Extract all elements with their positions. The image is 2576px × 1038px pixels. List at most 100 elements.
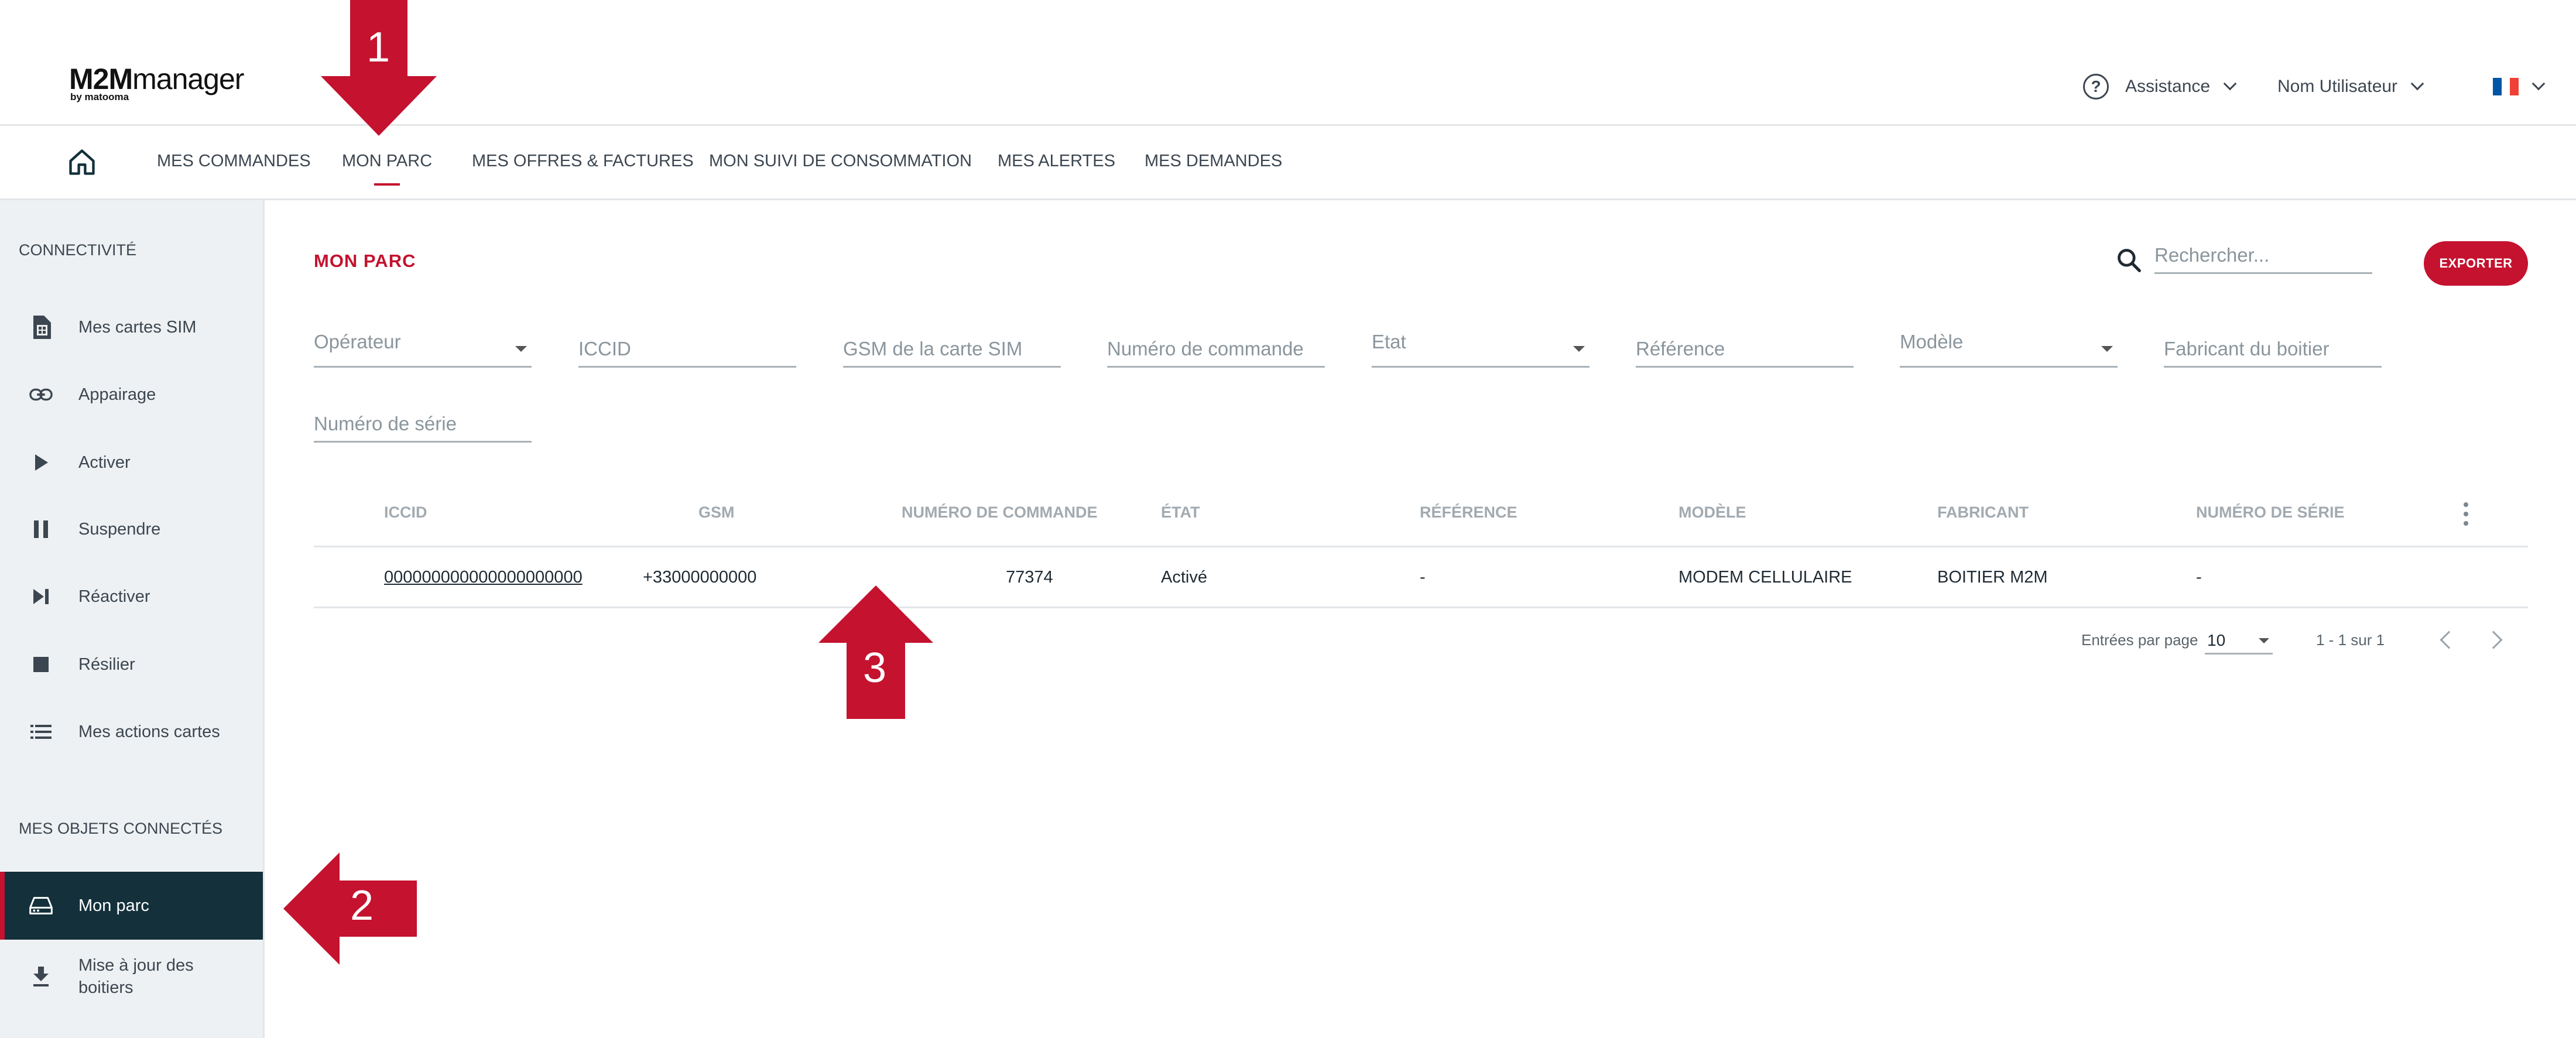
- nav-mes-alertes[interactable]: MES ALERTES: [998, 149, 1115, 173]
- chevron-down-icon: [2532, 77, 2546, 91]
- cell-gsm: +33000000000: [643, 568, 757, 587]
- chevron-down-icon: [2223, 77, 2237, 91]
- pagination-range: 1 - 1 sur 1: [2316, 631, 2385, 649]
- language-selector[interactable]: [2493, 69, 2546, 104]
- download-icon: [29, 965, 53, 988]
- more-vert-icon[interactable]: [2462, 502, 2469, 526]
- filter-label: ICCID: [578, 338, 631, 359]
- chevron-right-icon[interactable]: [2484, 631, 2503, 649]
- caret-down-icon: [515, 346, 527, 352]
- skip-next-icon: [29, 585, 53, 608]
- user-menu[interactable]: Nom Utilisateur: [2277, 69, 2424, 104]
- filter-label: Modèle: [1900, 331, 1964, 352]
- filter-label: GSM de la carte SIM: [843, 338, 1023, 359]
- sidebar-section-title: CONNECTIVITÉ: [19, 241, 137, 259]
- filter-numero-commande[interactable]: Numéro de commande: [1107, 333, 1325, 368]
- sidebar-item-mon-parc[interactable]: Mon parc: [0, 872, 263, 940]
- chevron-left-icon[interactable]: [2440, 631, 2458, 649]
- nav-mon-suivi-consommation[interactable]: MON SUIVI DE CONSOMMATION: [709, 149, 972, 173]
- filter-fabricant-boitier[interactable]: Fabricant du boitier: [2164, 333, 2382, 368]
- table-row-divider: [314, 607, 2528, 608]
- pause-icon: [29, 518, 53, 541]
- cell-etat: Activé: [1161, 568, 1207, 587]
- filter-numero-serie[interactable]: Numéro de série: [314, 407, 532, 443]
- cell-numero-serie: -: [2196, 568, 2202, 587]
- sidebar-item-label: Mes actions cartes: [78, 722, 220, 741]
- nav-mes-demandes[interactable]: MES DEMANDES: [1145, 149, 1282, 173]
- sidebar-item-resilier[interactable]: Résilier: [0, 632, 263, 697]
- filter-operateur[interactable]: Opérateur: [314, 331, 532, 368]
- nav-mon-parc[interactable]: MON PARC: [342, 149, 432, 173]
- filter-label: Référence: [1636, 338, 1725, 359]
- sidebar-item-label: Activer: [78, 453, 131, 472]
- chevron-down-icon: [2410, 77, 2424, 91]
- sidebar-item-label: Suspendre: [78, 520, 161, 539]
- sidebar-item-label: Mes cartes SIM: [78, 318, 197, 337]
- filter-etat[interactable]: Etat: [1372, 331, 1590, 368]
- annotation-number-3: 3: [863, 645, 887, 691]
- sidebar-item-activer[interactable]: Activer: [0, 430, 263, 495]
- column-header-gsm[interactable]: GSM: [698, 503, 735, 522]
- cell-iccid[interactable]: 000000000000000000000: [384, 568, 583, 587]
- column-header-iccid[interactable]: ICCID: [384, 503, 427, 522]
- sim-card-icon: [29, 316, 53, 339]
- per-page-label: Entrées par page: [2081, 631, 2198, 649]
- play-icon: [29, 451, 53, 474]
- sidebar-item-mes-actions-cartes[interactable]: Mes actions cartes: [0, 700, 263, 764]
- help-icon: ?: [2083, 74, 2109, 100]
- cell-fabricant: BOITIER M2M: [1937, 568, 2048, 587]
- column-header-reference[interactable]: RÉFÉRENCE: [1420, 503, 1517, 522]
- assistance-menu[interactable]: ? Assistance: [2083, 69, 2237, 104]
- link-icon: [29, 383, 53, 406]
- column-header-numero-commande[interactable]: NUMÉRO DE COMMANDE: [902, 503, 1098, 522]
- filter-label: Numéro de série: [314, 413, 457, 434]
- sidebar-item-suspendre[interactable]: Suspendre: [0, 497, 263, 561]
- stop-icon: [29, 653, 53, 676]
- annotation-number-1: 1: [366, 24, 390, 71]
- filter-gsm-carte-sim[interactable]: GSM de la carte SIM: [843, 333, 1061, 368]
- filter-iccid[interactable]: ICCID: [578, 333, 796, 368]
- nav-mes-offres-factures[interactable]: MES OFFRES & FACTURES: [472, 149, 694, 173]
- annotation-number-2: 2: [350, 882, 374, 929]
- device-icon: [29, 894, 53, 917]
- page-title: MON PARC: [314, 251, 416, 271]
- per-page-value: 10: [2207, 631, 2226, 649]
- search-input[interactable]: [2154, 241, 2372, 274]
- list-icon: [29, 720, 53, 744]
- sidebar: CONNECTIVITÉ Mes cartes SIM Appairage Ac…: [0, 200, 265, 1038]
- table-header-divider: [314, 546, 2528, 547]
- nav-mes-commandes[interactable]: MES COMMANDES: [157, 149, 311, 173]
- sidebar-item-reactiver[interactable]: Réactiver: [0, 564, 263, 629]
- logo-text: M2Mmanager: [69, 63, 244, 95]
- export-button[interactable]: EXPORTER: [2424, 241, 2528, 286]
- sidebar-item-mes-cartes-sim[interactable]: Mes cartes SIM: [0, 295, 263, 359]
- column-header-etat[interactable]: ÉTAT: [1161, 503, 1200, 522]
- filter-label: Etat: [1372, 331, 1406, 352]
- sidebar-item-label: Mon parc: [78, 896, 149, 915]
- sidebar-item-label: Mise à jour des boitiers: [78, 956, 194, 997]
- caret-down-icon: [2101, 346, 2113, 352]
- sidebar-section-title: MES OBJETS CONNECTÉS: [19, 820, 223, 837]
- column-header-numero-serie[interactable]: NUMÉRO DE SÉRIE: [2196, 503, 2345, 522]
- caret-down-icon: [1573, 346, 1585, 352]
- sidebar-item-appairage[interactable]: Appairage: [0, 362, 263, 427]
- sidebar-item-mise-a-jour-boitiers[interactable]: Mise à jour des boitiers: [0, 941, 263, 1012]
- column-header-fabricant[interactable]: FABRICANT: [1937, 503, 2029, 522]
- caret-down-icon: [2259, 638, 2269, 643]
- filter-modele[interactable]: Modèle: [1900, 331, 2118, 368]
- assistance-label: Assistance: [2125, 77, 2211, 96]
- search-icon[interactable]: [2116, 247, 2142, 273]
- search-box: [2116, 237, 2372, 276]
- home-icon[interactable]: [67, 147, 97, 177]
- sidebar-item-label: Résilier: [78, 655, 135, 674]
- filter-reference[interactable]: Référence: [1636, 333, 1854, 368]
- column-header-modele[interactable]: MODÈLE: [1678, 503, 1746, 522]
- user-name: Nom Utilisateur: [2277, 77, 2398, 96]
- logo-subtitle: by matooma: [70, 91, 129, 102]
- cell-numero-commande: 77374: [1006, 568, 1053, 587]
- filter-label: Numéro de commande: [1107, 338, 1304, 359]
- per-page-select[interactable]: 10: [2205, 625, 2273, 655]
- filter-label: Opérateur: [314, 331, 401, 352]
- cell-reference: -: [1420, 568, 1426, 587]
- sidebar-item-label: Appairage: [78, 385, 156, 404]
